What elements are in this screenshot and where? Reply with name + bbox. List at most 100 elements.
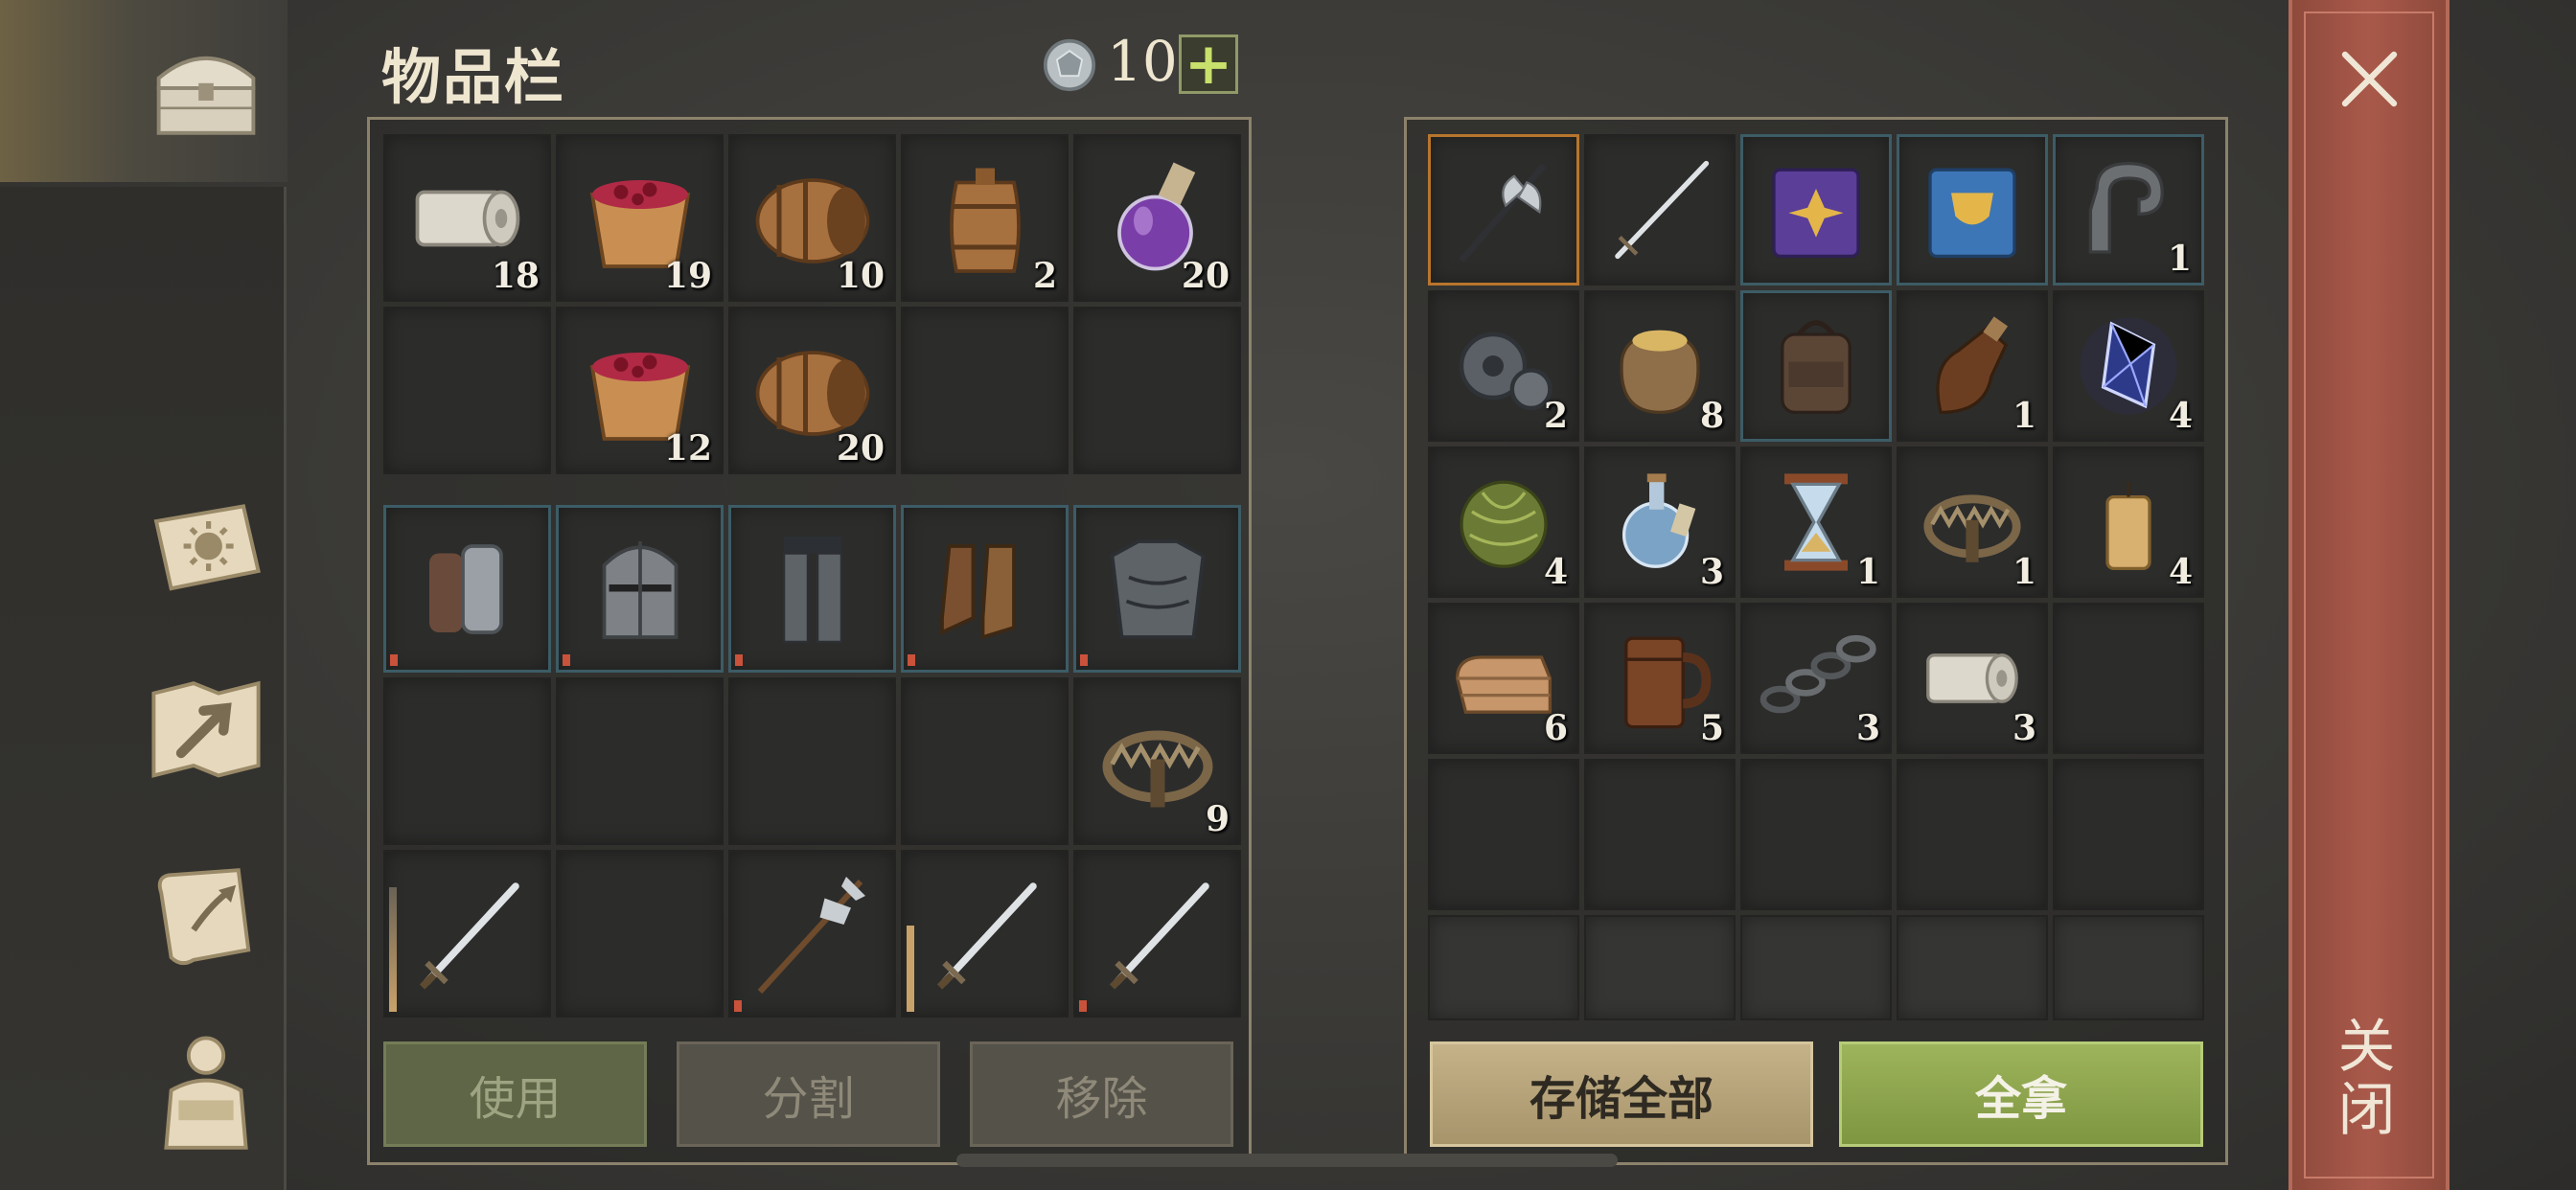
inventory-slot[interactable] — [1073, 307, 1241, 474]
container-slot[interactable]: 1 — [1897, 446, 2048, 598]
close-icon[interactable] — [2329, 38, 2410, 120]
weapon-slot[interactable] — [383, 850, 551, 1018]
container-slot[interactable] — [1584, 134, 1736, 286]
close-label[interactable]: 关闭 — [2328, 1016, 2404, 1142]
inventory-slot[interactable]: 18 — [383, 134, 551, 302]
inventory-slot[interactable] — [901, 307, 1069, 474]
equipment-slot[interactable] — [556, 505, 724, 673]
container-slot[interactable]: 3 — [1897, 603, 2048, 754]
container-slot[interactable]: 4 — [1428, 446, 1579, 598]
sidebar-item-character[interactable] — [139, 1023, 273, 1157]
container-slot[interactable] — [1897, 134, 2048, 286]
sword-icon — [1109, 881, 1209, 990]
scale-armor-icon — [1109, 538, 1206, 639]
use-button[interactable]: 使用 — [383, 1041, 647, 1147]
weapon-slot[interactable] — [728, 850, 896, 1018]
equipment-slot[interactable] — [1073, 505, 1241, 673]
container-slot[interactable]: 5 — [1584, 603, 1736, 754]
container-slot[interactable]: 1 — [2053, 134, 2204, 286]
close-panel[interactable] — [2288, 0, 2450, 1190]
blue-book-icon — [1928, 168, 2016, 259]
item-count: 20 — [1181, 256, 1230, 296]
equipment-slot[interactable] — [728, 505, 896, 673]
purple-book-icon — [1772, 168, 1860, 259]
split-button[interactable]: 分割 — [677, 1041, 940, 1147]
container-slot[interactable] — [1428, 915, 1579, 1020]
store-all-button[interactable]: 存储全部 — [1430, 1041, 1813, 1147]
inventory-weapons-grid — [383, 850, 1241, 1018]
container-slot[interactable]: 3 — [1740, 603, 1892, 754]
item-count: 2 — [1032, 256, 1057, 296]
sidebar-item-quests[interactable] — [139, 848, 273, 982]
add-currency-button[interactable]: + — [1179, 34, 1238, 94]
sun-book-icon — [153, 504, 261, 591]
inventory-slot[interactable] — [383, 677, 551, 845]
inventory-slot[interactable]: 2 — [901, 134, 1069, 302]
container-slot[interactable] — [1897, 915, 2048, 1020]
durability-bar — [390, 654, 398, 666]
item-count: 12 — [663, 428, 712, 469]
container-slot[interactable] — [1428, 134, 1579, 286]
sidebar — [0, 0, 288, 1190]
page-title: 物品栏 — [381, 42, 566, 112]
weapon-slot[interactable] — [556, 850, 724, 1018]
container-slot[interactable] — [2053, 759, 2204, 910]
durability-bar — [563, 654, 570, 666]
durability-bar — [735, 654, 743, 666]
container-slot[interactable] — [1584, 915, 1736, 1020]
container-slot[interactable] — [1584, 759, 1736, 910]
longsword-icon — [1615, 160, 1710, 260]
container-slot[interactable] — [1740, 290, 1892, 442]
inventory-slot[interactable] — [901, 677, 1069, 845]
chain-gloves-icon — [428, 543, 503, 634]
container-slot[interactable] — [1740, 134, 1892, 286]
inventory-slot[interactable]: 10 — [728, 134, 896, 302]
battle-axe-icon — [1459, 163, 1547, 263]
equipment-slot[interactable] — [383, 505, 551, 673]
container-slot[interactable]: 6 — [1428, 603, 1579, 754]
item-count: 4 — [2168, 396, 2193, 436]
inventory-slot[interactable]: 19 — [556, 134, 724, 302]
halberd-icon — [757, 876, 865, 994]
container-slot[interactable]: 8 — [1584, 290, 1736, 442]
durability-bar — [1080, 654, 1088, 666]
item-count: 1 — [1855, 552, 1880, 592]
inventory-slot[interactable]: 20 — [1073, 134, 1241, 302]
container-slot[interactable] — [1428, 759, 1579, 910]
inventory-slot[interactable]: 9 — [1073, 677, 1241, 845]
container-slot[interactable]: 1 — [1897, 290, 2048, 442]
container-slot[interactable] — [1897, 759, 2048, 910]
item-count: 4 — [2168, 552, 2193, 592]
item-count: 4 — [1543, 552, 1568, 592]
container-slot[interactable] — [2053, 603, 2204, 754]
container-slot[interactable]: 3 — [1584, 446, 1736, 598]
sidebar-item-journal[interactable] — [139, 479, 273, 613]
item-count: 3 — [1855, 708, 1880, 748]
container-slot[interactable]: 4 — [2053, 290, 2204, 442]
container-grid: 12814431146533 — [1428, 134, 2204, 910]
inventory-slot[interactable] — [728, 677, 896, 845]
equipment-slot[interactable] — [901, 505, 1069, 673]
item-count: 18 — [491, 256, 540, 296]
container-slot[interactable]: 4 — [2053, 446, 2204, 598]
item-count: 20 — [836, 428, 885, 469]
inventory-slot[interactable] — [556, 677, 724, 845]
container-slot[interactable] — [2053, 915, 2204, 1020]
item-count: 19 — [663, 256, 712, 296]
take-all-button[interactable]: 全拿 — [1839, 1041, 2203, 1147]
sidebar-item-crafting[interactable] — [139, 661, 273, 795]
remove-button[interactable]: 移除 — [970, 1041, 1233, 1147]
scrollbar[interactable] — [956, 1154, 1618, 1167]
item-count: 6 — [1543, 708, 1568, 748]
inventory-consumables-grid: 18 19 10 2 20 12 20 — [383, 134, 1241, 474]
inventory-slot[interactable] — [383, 307, 551, 474]
container-slot[interactable]: 1 — [1740, 446, 1892, 598]
sidebar-item-inventory[interactable] — [139, 21, 273, 155]
weapon-slot[interactable] — [901, 850, 1069, 1018]
weapon-slot[interactable] — [1073, 850, 1241, 1018]
inventory-slot[interactable]: 12 — [556, 307, 724, 474]
inventory-slot[interactable]: 20 — [728, 307, 896, 474]
container-slot[interactable] — [1740, 915, 1892, 1020]
container-slot[interactable] — [1740, 759, 1892, 910]
container-slot[interactable]: 2 — [1428, 290, 1579, 442]
